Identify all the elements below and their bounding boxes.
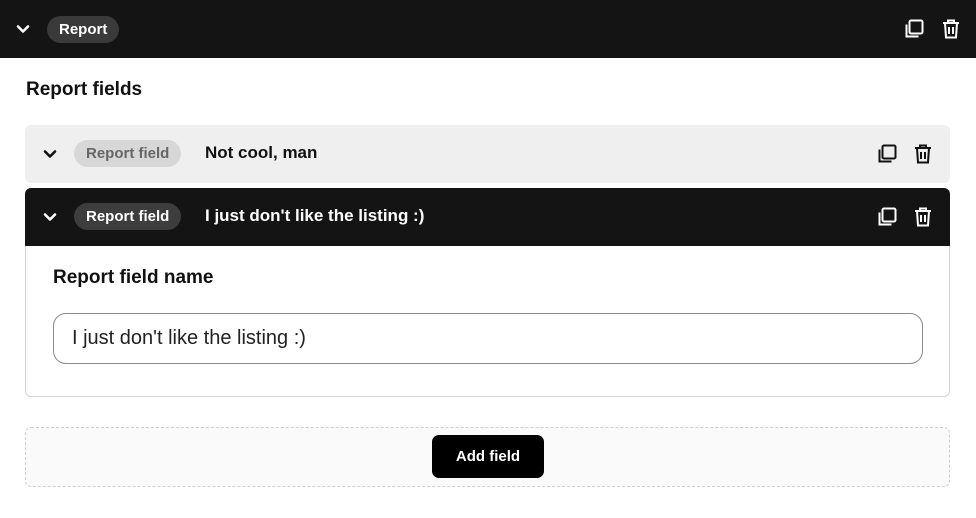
report-field-badge: Report field [74, 140, 182, 167]
add-field-area: Add field [25, 427, 950, 487]
report-header: Report [0, 0, 976, 58]
report-field-editor: Report field name [25, 246, 950, 397]
report-fields-heading: Report fields [26, 79, 143, 100]
chevron-down-icon[interactable] [40, 207, 60, 227]
report-field-row-expanded[interactable]: Report field I just don't like the listi… [25, 188, 950, 246]
trash-icon[interactable] [910, 204, 936, 230]
report-field-row[interactable]: Report field Not cool, man [25, 125, 950, 183]
trash-icon[interactable] [910, 141, 936, 167]
add-field-button[interactable]: Add field [432, 435, 544, 478]
duplicate-icon[interactable] [874, 141, 900, 167]
duplicate-icon[interactable] [901, 16, 927, 42]
trash-icon[interactable] [938, 16, 964, 42]
chevron-down-icon[interactable] [40, 144, 60, 164]
chevron-down-icon[interactable] [13, 19, 33, 39]
report-field-badge: Report field [74, 203, 182, 230]
report-field-title: I just don't like the listing :) [205, 206, 425, 225]
duplicate-icon[interactable] [874, 204, 900, 230]
report-field-name-input[interactable] [53, 313, 923, 364]
report-field-name-label: Report field name [53, 267, 214, 288]
report-badge: Report [47, 16, 120, 43]
report-field-title: Not cool, man [205, 143, 318, 162]
